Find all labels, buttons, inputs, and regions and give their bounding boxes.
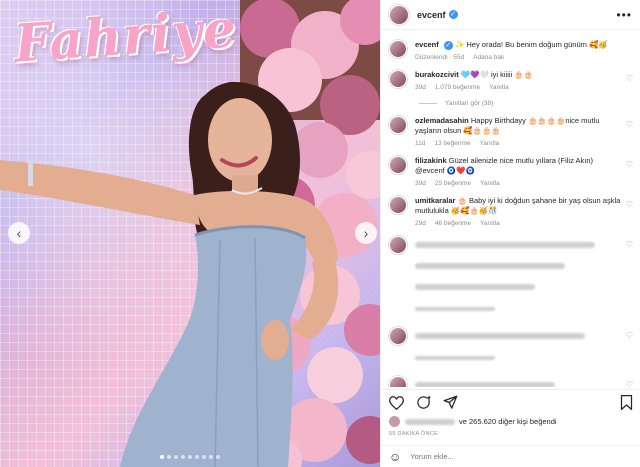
blurred-comment: ♡ (389, 236, 633, 318)
comment-likes[interactable]: 46 beğenme (435, 220, 471, 227)
reply-link[interactable]: Yanıtla (480, 140, 500, 147)
next-image-button[interactable]: › (355, 222, 377, 244)
blurred-text (415, 241, 595, 248)
comment-item: filizakink Güzel ailenizle nice mutlu yı… (389, 156, 633, 187)
avatar (389, 236, 407, 254)
comment-time: 39d (415, 180, 426, 187)
comment-text: 🩵💜🤍 iyi kiiiii 🎂🎂 (460, 70, 533, 79)
carousel-dot (202, 455, 206, 459)
carousel-dot (174, 455, 178, 459)
blurred-text (415, 283, 535, 290)
carousel-dot (209, 455, 213, 459)
blurred-text (415, 332, 585, 339)
post-photo[interactable]: Fahriye ‹ › (0, 0, 380, 467)
blurred-text (415, 262, 565, 269)
liker-avatar (389, 416, 400, 427)
comment-username[interactable]: umitkaralar (415, 196, 455, 205)
comment-likes[interactable]: 13 beğenme (434, 140, 470, 147)
action-bar (381, 389, 640, 415)
blurred-liker-name (405, 418, 455, 425)
verified-badge-icon: ✓ (443, 40, 453, 50)
avatar[interactable] (389, 196, 407, 214)
woman-figure (0, 81, 339, 467)
view-replies[interactable]: Yanıtları gör (38) (419, 100, 633, 107)
caption-edited: Düzenlendi · 55d (415, 54, 465, 61)
avatar[interactable] (389, 40, 407, 58)
caption-username[interactable]: evcenf (415, 40, 439, 49)
comment-username[interactable]: ozlemadasahin (415, 116, 469, 125)
comments-list[interactable]: evcenf ✓ ✨ Hey orada! Bu benim doğum gün… (381, 31, 640, 387)
add-comment-bar: ☺ (381, 445, 640, 467)
blurred-text (415, 381, 555, 387)
heart-icon[interactable] (389, 395, 404, 410)
bookmark-icon[interactable] (620, 395, 633, 410)
comment-item: umitkaralar 🎂 Baby iyi ki doğdun şahane … (389, 196, 633, 227)
comment-heart-icon[interactable]: ♡ (626, 160, 633, 169)
blurred-comment: ♡ (389, 376, 633, 387)
comment-item: ozlemadasahin Happy Birthdayy 🎂🎂🎂🎂nice m… (389, 116, 633, 147)
comment-item: burakozcivit 🩵💜🤍 iyi kiiiii 🎂🎂 39d 1.079… (389, 70, 633, 91)
prev-image-button[interactable]: ‹ (8, 222, 30, 244)
carousel-dot (181, 455, 185, 459)
likes-summary[interactable]: ve 265.620 diğer kişi beğendi (389, 416, 557, 427)
avatar[interactable] (389, 70, 407, 88)
blurred-meta (415, 355, 495, 360)
carousel-dot (195, 455, 199, 459)
post-side-panel: evcenf ✓ ••• evcenf ✓ ✨ Hey orada! Bu be… (380, 0, 640, 467)
blurred-meta (415, 306, 495, 311)
comment-text: Güzel ailenizle nice mutlu yıllara (Fili… (448, 156, 593, 165)
comment-username[interactable]: burakozcivit (415, 70, 459, 79)
post-username[interactable]: evcenf (417, 10, 446, 20)
comment-likes[interactable]: 25 beğenme (435, 180, 471, 187)
verified-badge-icon: ✓ (448, 10, 458, 19)
comment-icon[interactable] (416, 395, 431, 410)
comment-heart-icon[interactable]: ♡ (626, 331, 633, 340)
avatar[interactable] (389, 4, 409, 25)
reply-link[interactable]: Yanıtla (480, 220, 500, 227)
caption: evcenf ✓ ✨ Hey orada! Bu benim doğum gün… (389, 40, 633, 61)
view-replies-label[interactable]: Yanıtları gör (38) (445, 100, 493, 107)
comment-heart-icon[interactable]: ♡ (626, 240, 633, 249)
divider (419, 103, 437, 104)
comment-time: 29d (415, 220, 426, 227)
carousel-indicator (160, 455, 220, 459)
reply-link[interactable]: Yanıtla (480, 180, 500, 187)
comment-heart-icon[interactable]: ♡ (626, 200, 633, 209)
comment-likes[interactable]: 1.079 beğenme (435, 84, 480, 91)
comment-heart-icon[interactable]: ♡ (626, 120, 633, 129)
avatar[interactable] (389, 116, 407, 134)
comment-username[interactable]: filizakink (415, 156, 447, 165)
carousel-dot (167, 455, 171, 459)
translate-link[interactable]: Adana bak (473, 54, 504, 61)
carousel-dot (160, 455, 164, 459)
avatar (389, 376, 407, 387)
caption-text: ✨ Hey orada! Bu benim doğum günüm 🥰🥳 (454, 40, 608, 49)
likes-text: ve 265.620 diğer kişi beğendi (459, 417, 557, 426)
reply-link[interactable]: Yanıtla (489, 84, 509, 91)
post-timestamp[interactable]: 59 DAKİKA ÖNCE (389, 431, 438, 437)
blurred-comment: ♡ (389, 327, 633, 367)
avatar[interactable] (389, 156, 407, 174)
carousel-dot (216, 455, 220, 459)
comment-heart-icon[interactable]: ♡ (626, 74, 633, 83)
emoji-icon[interactable]: ☺ (389, 450, 401, 464)
comment-time: 39d (415, 84, 426, 91)
more-options-icon[interactable]: ••• (616, 8, 632, 22)
comment-input[interactable] (410, 452, 611, 461)
avatar (389, 327, 407, 345)
comment-heart-icon[interactable]: ♡ (626, 380, 633, 387)
carousel-dot (188, 455, 192, 459)
post-header: evcenf ✓ ••• (381, 0, 640, 30)
share-icon[interactable] (443, 395, 458, 410)
comment-mention[interactable]: @evcenf 🧿❤️🧿 (415, 166, 475, 175)
comment-time: 11d (415, 140, 426, 147)
